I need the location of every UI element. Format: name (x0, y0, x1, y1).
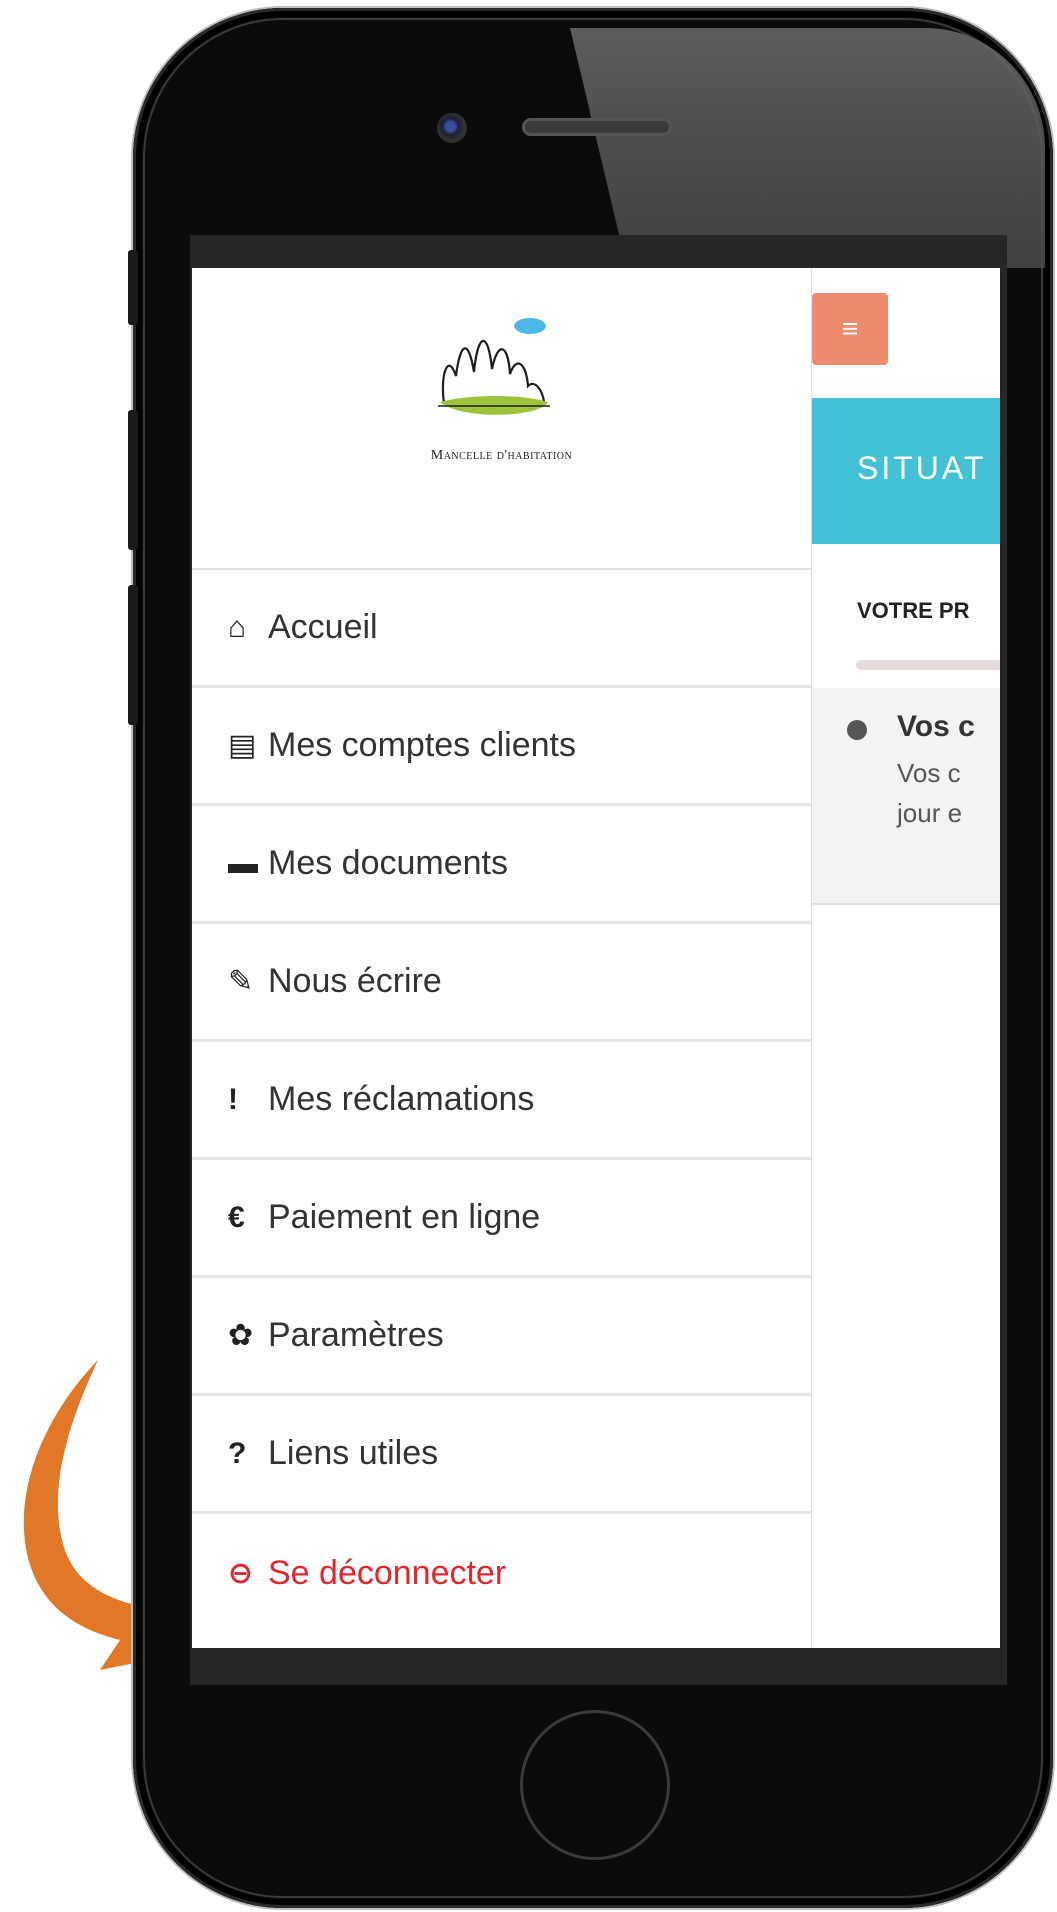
home-icon: ⌂ (228, 610, 247, 644)
logo-text: Mancelle d'habitation (430, 448, 573, 463)
menu-item-label: Accueil (268, 608, 378, 646)
menu-item-paiement[interactable]: € Paiement en ligne (192, 1160, 811, 1278)
volume-down-button (128, 585, 138, 725)
menu-item-label: Mes comptes clients (268, 726, 576, 764)
briefcase-icon: ▬ (228, 846, 258, 880)
mancelle-logo (438, 318, 550, 415)
main-content: ≡ SITUAT VOTRE PR Vos c Vos c jour e (812, 268, 1000, 1648)
menu-item-label: Mes documents (268, 844, 508, 882)
logo-header: Mancelle d'habitation (192, 268, 811, 570)
pencil-icon: ✎ (228, 965, 254, 998)
logout-icon: ⊖ (228, 1556, 254, 1590)
navigation-drawer: Mancelle d'habitation ⌂ Accueil ▤ Mes co… (192, 268, 813, 1648)
notice-title: Vos c (897, 710, 975, 743)
notice-line: Vos c (897, 758, 961, 788)
exclamation-icon: ! (228, 1082, 238, 1116)
menu-item-parametres[interactable]: ✿ Paramètres (192, 1278, 811, 1396)
document-icon: ▤ (228, 729, 257, 762)
menu-item-nous-ecrire[interactable]: ✎ Nous écrire (192, 924, 811, 1042)
notice-line: jour e (897, 798, 963, 828)
banner-title: SITUAT (857, 450, 987, 486)
notice-card: Vos c Vos c jour e (812, 688, 1000, 905)
menu-item-label: Se déconnecter (268, 1553, 507, 1592)
home-button[interactable] (520, 1710, 670, 1860)
menu-item-reclamations[interactable]: ! Mes réclamations (192, 1042, 811, 1160)
earpiece-speaker (522, 118, 672, 136)
gear-icon: ✿ (228, 1319, 254, 1352)
front-camera (437, 113, 467, 143)
question-icon: ? (228, 1436, 247, 1470)
menu-toggle-button[interactable]: ≡ (812, 293, 888, 365)
menu-item-documents[interactable]: ▬ Mes documents (192, 806, 811, 924)
screen-glare (570, 28, 1045, 268)
menu-item-label: Liens utiles (268, 1434, 439, 1472)
section-title: VOTRE PR (857, 598, 970, 623)
drawer-menu: ⌂ Accueil ▤ Mes comptes clients ▬ Mes do… (192, 570, 811, 1632)
situation-banner: SITUAT (812, 398, 1000, 544)
menu-item-label: Paiement en ligne (268, 1198, 541, 1236)
app-screen: Mancelle d'habitation ⌂ Accueil ▤ Mes co… (192, 268, 1000, 1648)
menu-item-label: Paramètres (268, 1316, 444, 1354)
progress-bar (856, 660, 1000, 670)
volume-up-button (128, 410, 138, 550)
mute-switch (128, 250, 138, 325)
bullet-dot (847, 720, 867, 740)
menu-item-liens-utiles[interactable]: ? Liens utiles (192, 1396, 811, 1514)
menu-item-accueil[interactable]: ⌂ Accueil (192, 570, 811, 688)
menu-item-label: Mes réclamations (268, 1080, 535, 1118)
menu-item-logout[interactable]: ⊖ Se déconnecter (192, 1514, 811, 1632)
euro-icon: € (228, 1200, 245, 1234)
menu-item-label: Nous écrire (268, 962, 442, 1000)
menu-item-comptes-clients[interactable]: ▤ Mes comptes clients (192, 688, 811, 806)
